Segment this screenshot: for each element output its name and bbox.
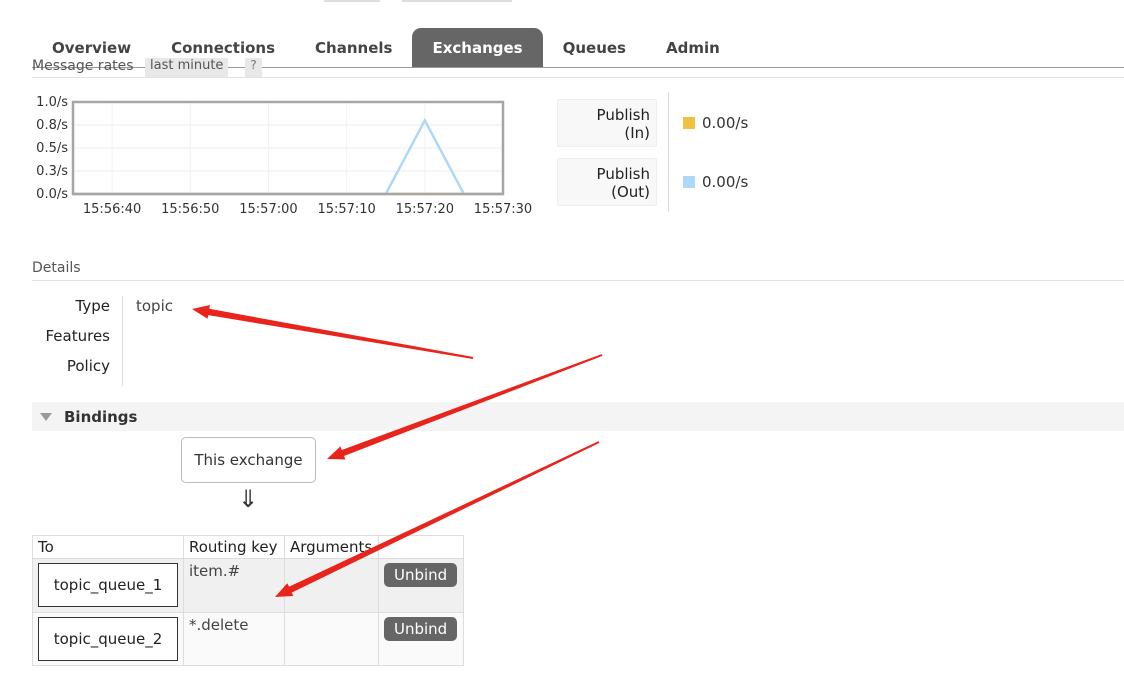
legend-publish-in: Publish (In) xyxy=(557,99,657,147)
queue-link-topic-queue-2[interactable]: topic_queue_2 xyxy=(38,617,178,661)
legend-publish-out-value: 0.00/s xyxy=(683,173,748,191)
table-row: topic_queue_2 *.delete Unbind xyxy=(32,612,464,666)
message-rates-label: Message rates xyxy=(32,58,134,74)
down-double-arrow-icon: ⇓ xyxy=(238,485,259,513)
this-exchange-box: This exchange xyxy=(181,437,316,483)
top-remnant-right xyxy=(402,0,512,2)
queue-link-topic-queue-1[interactable]: topic_queue_1 xyxy=(38,563,178,607)
details-column-divider xyxy=(122,296,123,386)
details-divider xyxy=(32,280,1124,281)
rates-period-select[interactable]: last minute xyxy=(145,58,229,77)
col-routing-key: Routing key xyxy=(183,535,285,559)
x-tick-label: 15:57:10 xyxy=(317,202,375,217)
x-tick-label: 15:57:00 xyxy=(239,202,297,217)
x-tick-label: 15:56:40 xyxy=(83,202,141,217)
cell-to: topic_queue_2 xyxy=(32,612,184,666)
chart-svg: 1.0/s 0.8/s 0.5/s 0.3/s 0.0/s 15:56:40 15:56:5… xyxy=(36,95,532,217)
cell-routing-key: *.delete xyxy=(183,612,285,666)
detail-label-policy: Policy xyxy=(66,357,110,375)
cell-action: Unbind xyxy=(378,612,464,666)
rates-help-button[interactable]: ? xyxy=(245,58,262,77)
y-tick-label: 0.5/s xyxy=(36,141,68,156)
legend-publish-in-value: 0.00/s xyxy=(683,114,748,132)
x-tick-label: 15:57:30 xyxy=(474,202,532,217)
collapse-triangle-icon xyxy=(40,412,52,421)
unbind-button[interactable]: Unbind xyxy=(384,617,458,641)
bindings-title: Bindings xyxy=(64,407,138,426)
publish-out-rate: 0.00/s xyxy=(702,173,749,191)
details-title: Details xyxy=(32,260,81,276)
y-tick-label: 0.0/s xyxy=(36,187,68,202)
detail-value-type: topic xyxy=(136,297,173,315)
bindings-table: To Routing key Arguments topic_queue_1 i… xyxy=(32,535,464,666)
publish-out-swatch xyxy=(683,176,695,188)
cell-action: Unbind xyxy=(378,558,464,613)
annotation-arrow-type xyxy=(192,305,474,359)
x-tick-label: 15:57:20 xyxy=(396,202,454,217)
col-action xyxy=(378,535,464,559)
cell-arguments xyxy=(284,612,379,666)
publish-in-swatch xyxy=(683,117,695,129)
cell-routing-key: item.# xyxy=(183,558,285,613)
y-tick-label: 0.8/s xyxy=(36,118,68,133)
y-tick-label: 0.3/s xyxy=(36,164,68,179)
legend-publish-in-line2: (In) xyxy=(624,124,650,142)
x-tick-label: 15:56:50 xyxy=(161,202,219,217)
cell-to: topic_queue_1 xyxy=(32,558,184,613)
table-row: topic_queue_1 item.# Unbind xyxy=(32,558,464,613)
detail-label-type: Type xyxy=(75,297,110,315)
legend-publish-out-line2: (Out) xyxy=(611,183,650,201)
message-rates-chart: 1.0/s 0.8/s 0.5/s 0.3/s 0.0/s 15:56:40 15:56:5… xyxy=(32,92,552,222)
cell-arguments xyxy=(284,558,379,613)
top-remnant-left xyxy=(324,0,380,2)
bindings-section-toggle[interactable]: Bindings xyxy=(32,402,1124,431)
legend-divider xyxy=(668,92,669,212)
message-rates-header: Message rates last minute ? xyxy=(32,58,1124,78)
detail-label-features: Features xyxy=(45,327,111,345)
legend-publish-in-line1: Publish xyxy=(596,106,650,124)
y-tick-label: 1.0/s xyxy=(36,95,68,110)
publish-in-rate: 0.00/s xyxy=(702,114,749,132)
legend-publish-out-line1: Publish xyxy=(596,165,650,183)
legend-publish-out: Publish (Out) xyxy=(557,158,657,206)
col-to: To xyxy=(32,535,184,559)
unbind-button[interactable]: Unbind xyxy=(384,563,458,587)
col-arguments: Arguments xyxy=(284,535,379,559)
